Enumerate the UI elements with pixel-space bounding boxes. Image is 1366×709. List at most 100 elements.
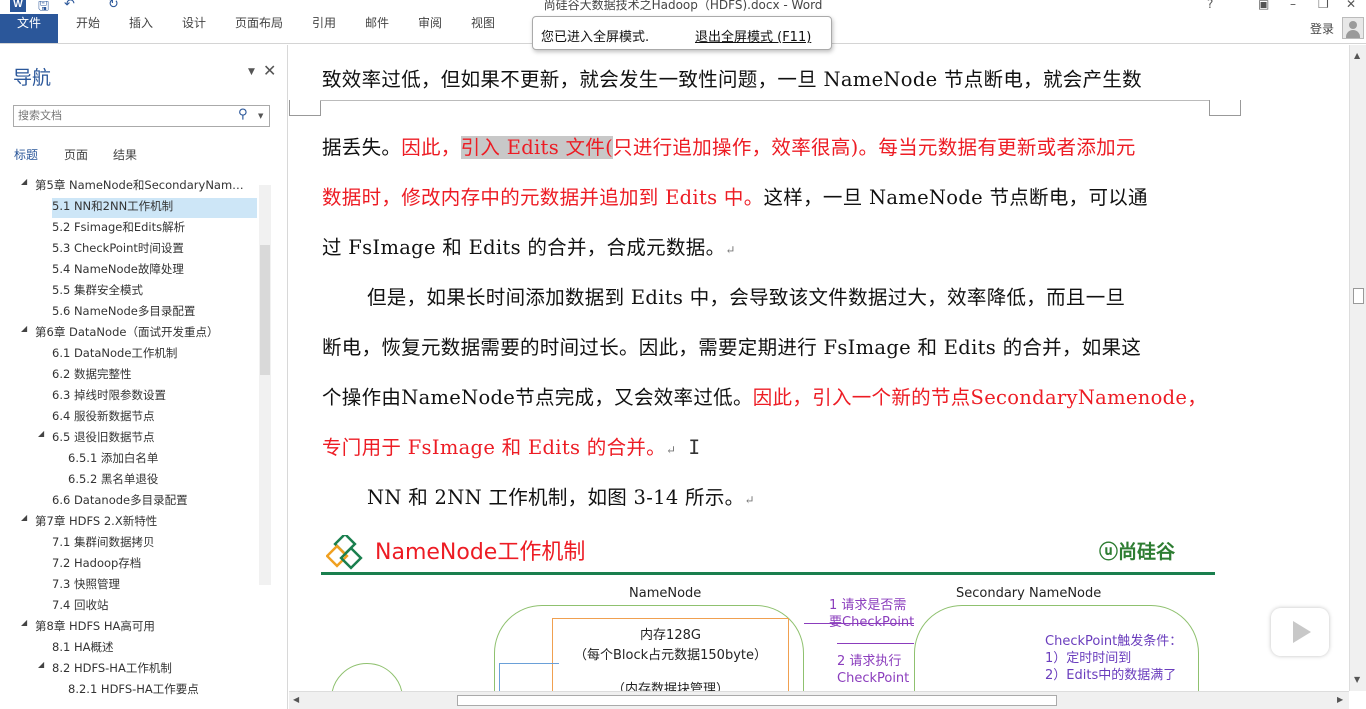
scroll-up-icon[interactable]: ▲ [1354,51,1360,60]
trigger-item-2: 2）Edits中的数据满了 [1045,668,1177,683]
expand-triangle-icon[interactable]: ◢ [21,177,27,186]
page-margin-right-mark [1209,100,1241,116]
tab-insert[interactable]: 插入 [129,14,153,43]
nav-heading-item[interactable]: 6.6 Datanode多目录配置 [52,492,188,512]
text-run: 过 FsImage 和 Edits 的合并，合成元数据。 [322,236,726,259]
trigger-title: CheckPoint触发条件： [1045,634,1183,649]
user-avatar-icon[interactable] [1342,17,1364,39]
heading-tree: ◢ 第5章 NameNode和SecondaryNam… 5.1 NN和2NN工作机… [0,177,270,697]
step-2-label: 2 请求执行 CheckPoint [837,653,909,687]
tab-layout[interactable]: 页面布局 [235,14,283,43]
document-canvas[interactable]: 致效率过低，但如果不更新，就会发生一致性问题，一旦 NameNode 节点断电，… [289,45,1349,691]
red-text-run: 因此，引入一个新的节点SecondaryNamenode， [752,386,1208,409]
exit-fullscreen-link[interactable]: 退出全屏模式 (F11) [695,26,811,45]
nav-tab-headings[interactable]: 标题 [14,146,38,163]
help-icon[interactable]: ? [1207,0,1213,11]
nav-heading-item[interactable]: 5.3 CheckPoint时间设置 [52,240,184,260]
tab-review[interactable]: 审阅 [418,14,442,43]
memory-line-2: （每个Block占元数据150byte） [573,648,767,663]
nav-heading-label: 第6章 DataNode（面试开发重点） [35,325,219,339]
nav-pane-title: 导航 [13,67,52,89]
nav-heading-item[interactable]: ◢ 第5章 NameNode和SecondaryNam… [21,177,244,197]
search-icon[interactable]: ⚲ [238,107,248,122]
paragraph-mark-icon: ↵ [725,243,736,257]
pane-options-icon[interactable]: ▼ [248,67,255,77]
restore-icon[interactable]: ❐ [1318,0,1329,11]
nav-heading-label: 6.5 退役旧数据节点 [52,430,155,444]
expand-triangle-icon[interactable]: ◢ [21,324,27,333]
nav-heading-item[interactable]: 5.4 NameNode故障处理 [52,261,184,281]
close-icon[interactable]: ✕ [1346,0,1356,11]
nav-heading-item[interactable]: 7.2 Hadoop存档 [52,555,141,575]
scroll-down-icon[interactable]: ▼ [1354,675,1360,684]
namenode-label: NameNode [629,586,702,601]
tab-mailings[interactable]: 邮件 [365,14,389,43]
video-play-icon[interactable] [1271,608,1329,656]
text-cursor-icon: I [676,436,701,459]
nav-heading-item[interactable]: 6.2 数据完整性 [52,366,131,386]
doc-line-4: 过 FsImage 和 Edits 的合并，合成元数据。↵ [322,231,1212,260]
nav-heading-item[interactable]: ◢ 第6章 DataNode（面试开发重点） [21,324,219,344]
search-options-icon[interactable]: ▼ [258,112,263,120]
red-text-run: 因此， [401,136,461,159]
search-document-input[interactable] [13,105,270,127]
step-1-line-a: 1 请求是否需 [829,598,907,613]
nav-heading-item[interactable]: 6.1 DataNode工作机制 [52,345,177,365]
tab-references[interactable]: 引用 [312,14,336,43]
tab-design[interactable]: 设计 [182,14,206,43]
brand-name: 尚硅谷 [1118,541,1176,563]
minimize-icon[interactable]: – [1290,0,1296,11]
nav-heading-label: 8.1 HA概述 [52,640,114,654]
scroll-right-icon[interactable]: ▶ [1337,695,1343,704]
nav-heading-label: 6.6 Datanode多目录配置 [52,493,188,507]
memory-line-3: （内存数据块管理） [611,682,729,691]
figure-brand-logo: ⓤ尚硅谷 [1099,537,1175,564]
nav-heading-item[interactable]: 5.5 集群安全模式 [52,282,143,302]
nav-heading-item[interactable]: ◢ 第7章 HDFS 2.X新特性 [21,513,158,533]
expand-triangle-icon[interactable]: ◢ [21,513,27,522]
nav-heading-item[interactable]: 7.4 回收站 [52,597,108,617]
nav-scrollbar[interactable] [259,185,271,585]
title-bar: W 🖫 ↶ ↻ 尚硅谷大数据技术之Hadoop（HDFS).docx - Wor… [0,0,1366,14]
nav-heading-item[interactable]: 6.3 掉线时限参数设置 [52,387,166,407]
nav-heading-item[interactable]: 5.6 NameNode多目录配置 [52,303,195,323]
nav-heading-item[interactable]: 8.2.1 HDFS-HA工作要点 [68,681,199,697]
nav-tab-results[interactable]: 结果 [113,146,137,163]
nav-heading-label: 5.4 NameNode故障处理 [52,262,184,276]
nav-heading-item[interactable]: ◢ 第8章 HDFS HA高可用 [21,618,155,638]
tab-home[interactable]: 开始 [76,14,100,43]
client-circle [331,663,403,691]
nav-heading-item[interactable]: 6.5.2 黑名单退役 [68,471,158,491]
nav-tab-pages[interactable]: 页面 [64,146,88,163]
vertical-scrollbar[interactable]: ▲ ▼ [1349,45,1366,691]
fullscreen-message: 您已进入全屏模式. [541,30,650,45]
tab-file[interactable]: 文件 [0,14,58,43]
nav-heading-item[interactable]: 8.1 HA概述 [52,639,113,659]
nav-heading-item[interactable]: 7.3 快照管理 [52,576,120,596]
scroll-left-icon[interactable]: ◀ [293,695,299,704]
close-pane-icon[interactable]: ✕ [263,61,276,80]
nav-heading-item[interactable]: 7.1 集群间数据拷贝 [52,534,154,554]
nav-heading-item[interactable]: 6.5.1 添加白名单 [68,450,158,470]
ribbon-display-icon[interactable]: ▣ [1258,0,1269,11]
expand-triangle-icon[interactable]: ◢ [38,429,44,438]
text-run: 个操作由NameNode节点完成，又会效率过低。 [322,386,753,409]
tab-view[interactable]: 视图 [471,14,495,43]
nav-heading-item[interactable]: ◢ 8.2 HDFS-HA工作机制 [38,660,172,680]
expand-triangle-icon[interactable]: ◢ [38,660,44,669]
red-text-run: 专门用于 FsImage 和 Edits 的合并。 [322,436,666,459]
memory-line-1: 内存128G [640,628,701,643]
vertical-scrollbar-thumb[interactable] [1353,288,1364,304]
doc-line-1: 致效率过低，但如果不更新，就会发生一致性问题，一旦 NameNode 节点断电，… [322,68,1142,91]
expand-triangle-icon[interactable]: ◢ [21,618,27,627]
sign-in-link[interactable]: 登录 [1310,20,1334,37]
horizontal-scrollbar-thumb[interactable] [457,695,1057,706]
nav-heading-item[interactable]: 5.2 Fsimage和Edits解析 [52,219,185,239]
horizontal-scrollbar[interactable]: ◀ ▶ [289,691,1349,709]
nav-heading-item[interactable]: 5.1 NN和2NN工作机制 [52,198,257,218]
nav-heading-label: 第7章 HDFS 2.X新特性 [35,514,158,528]
nav-scrollbar-thumb[interactable] [260,245,270,375]
nav-heading-item[interactable]: 6.4 服役新数据节点 [52,408,154,428]
doc-line-9: NN 和 2NN 工作机制，如图 3-14 所示。↵ [367,481,1257,510]
nav-heading-item[interactable]: ◢ 6.5 退役旧数据节点 [38,429,155,449]
